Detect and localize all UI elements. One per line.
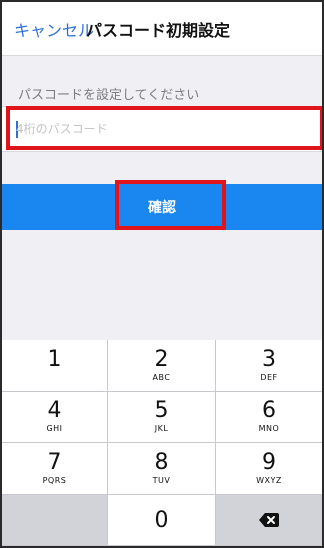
key-9[interactable]: 9 WXYZ: [216, 443, 322, 495]
key-4[interactable]: 4 GHI: [2, 391, 108, 443]
key-letters: WXYZ: [256, 475, 282, 485]
key-2[interactable]: 2 ABC: [108, 340, 216, 392]
key-digit: 1: [47, 346, 62, 372]
key-letters: ABC: [152, 372, 171, 382]
passcode-input[interactable]: [16, 118, 306, 140]
key-5[interactable]: 5 JKL: [108, 391, 216, 443]
passcode-field-row: [2, 106, 322, 152]
key-6[interactable]: 6 MNO: [216, 391, 322, 443]
navigation-bar: キャンセル パスコード初期設定: [2, 2, 322, 56]
key-8[interactable]: 8 TUV: [108, 443, 216, 495]
numeric-keypad: 1 2 ABC 3 DEF 4 GHI 5 JKL 6 MNO 7 PQRS 8: [2, 340, 322, 546]
app-screen: キャンセル パスコード初期設定 パスコードを設定してください 確認 1 2 AB…: [0, 0, 324, 548]
key-letters: MNO: [258, 424, 280, 434]
key-letters: PQRS: [42, 475, 67, 485]
key-3[interactable]: 3 DEF: [216, 340, 322, 392]
delete-key[interactable]: [216, 494, 322, 546]
key-0[interactable]: 0: [108, 494, 216, 546]
key-digit: 9: [262, 449, 276, 475]
key-letters: DEF: [260, 372, 278, 382]
key-digit: 0: [154, 507, 169, 533]
key-letters: TUV: [152, 475, 171, 485]
key-digit: 5: [154, 398, 169, 424]
key-blank: [2, 494, 108, 546]
backspace-icon: [258, 512, 280, 528]
confirm-button[interactable]: 確認: [2, 184, 322, 230]
key-digit: 4: [47, 398, 62, 424]
key-digit: 2: [154, 346, 169, 372]
key-digit: 7: [47, 449, 62, 475]
key-1[interactable]: 1: [2, 340, 108, 392]
key-digit: 3: [262, 346, 276, 372]
page-title: パスコード初期設定: [86, 21, 231, 40]
key-letters: GHI: [46, 424, 63, 434]
key-letters: JKL: [154, 424, 169, 434]
key-digit: 6: [262, 398, 276, 424]
passcode-prompt: パスコードを設定してください: [18, 88, 200, 103]
key-7[interactable]: 7 PQRS: [2, 443, 108, 495]
key-digit: 8: [154, 449, 169, 475]
cancel-button[interactable]: キャンセル: [14, 17, 94, 41]
